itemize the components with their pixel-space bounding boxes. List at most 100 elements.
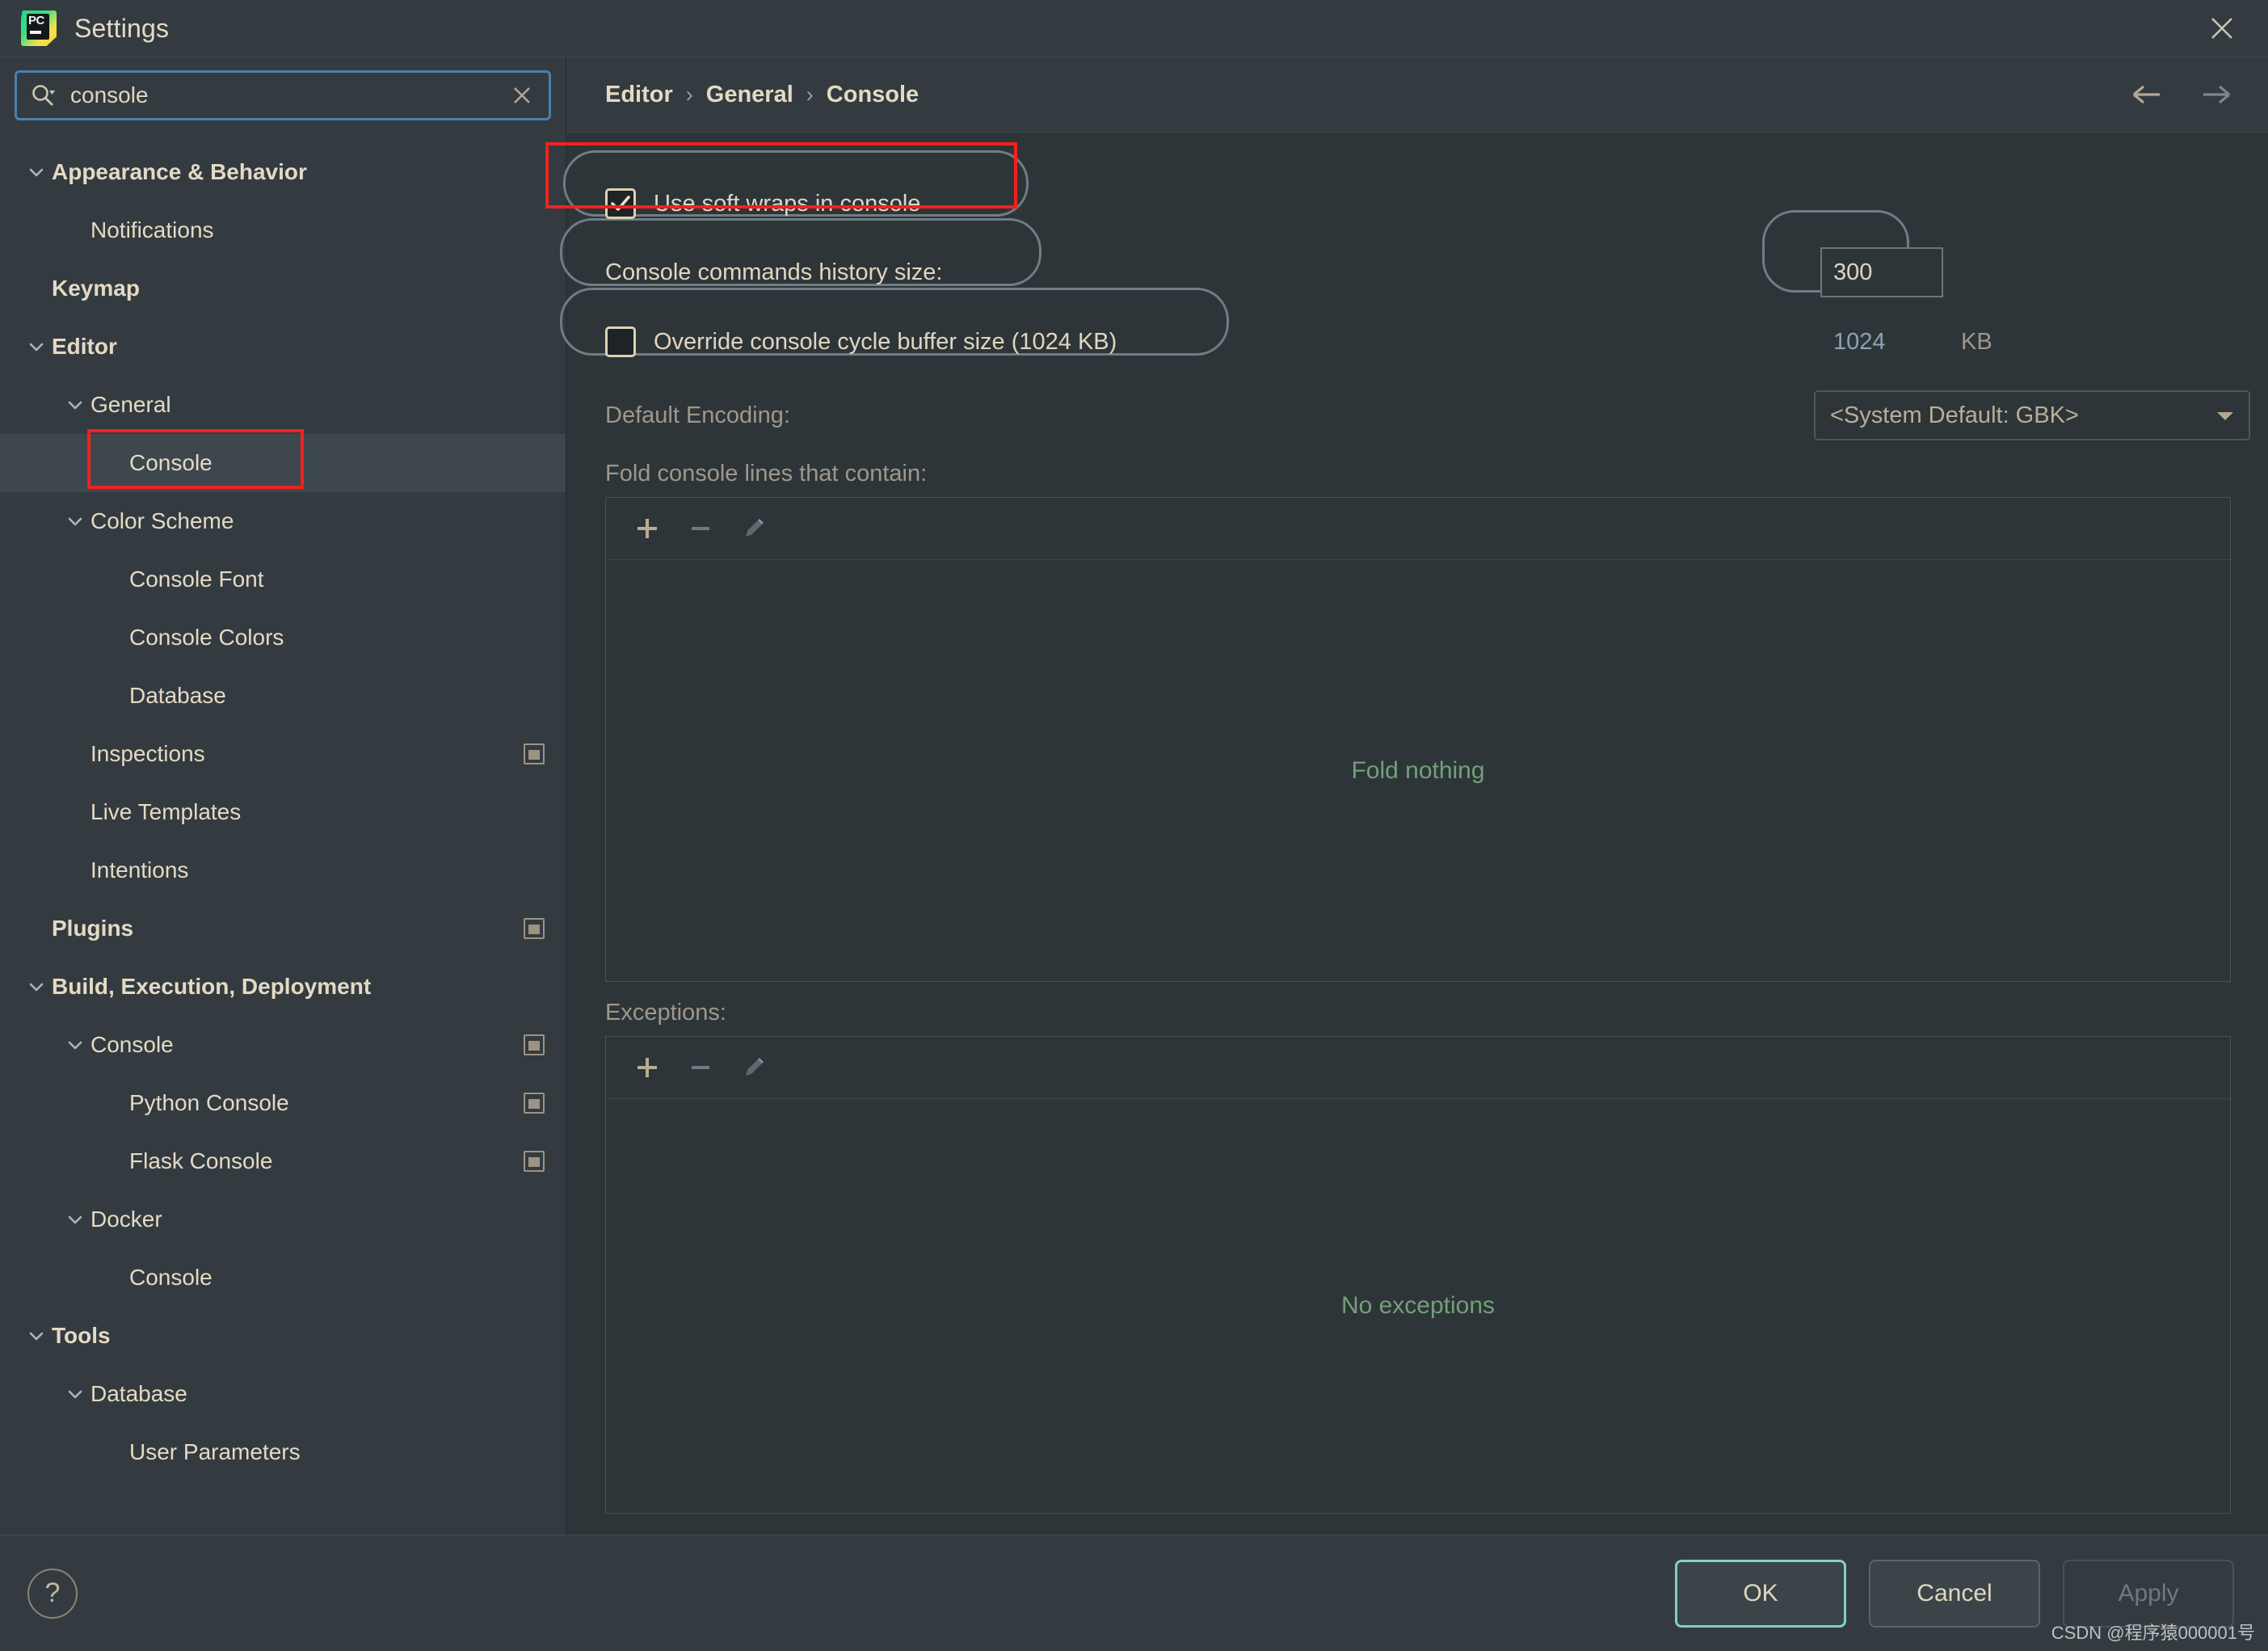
chevron-down-icon[interactable] xyxy=(60,1379,90,1409)
fold-lines-list[interactable]: Fold nothing xyxy=(606,560,2230,981)
sidebar-item-user-parameters[interactable]: User Parameters xyxy=(0,1423,566,1481)
sidebar-item-python-console[interactable]: Python Console xyxy=(0,1074,566,1132)
apply-button: Apply xyxy=(2063,1559,2234,1628)
history-size-input[interactable] xyxy=(1820,247,1943,297)
sidebar-item-tools[interactable]: Tools xyxy=(0,1307,566,1365)
search-icon[interactable] xyxy=(28,81,57,110)
help-button[interactable]: ? xyxy=(27,1568,78,1619)
history-size-row: Console commands history size: xyxy=(605,241,2231,304)
breadcrumb-item[interactable]: Console xyxy=(827,82,919,108)
project-settings-icon xyxy=(524,918,545,939)
sidebar-item-console-font[interactable]: Console Font xyxy=(0,550,566,609)
console-settings-content: Use soft wraps in console Console comman… xyxy=(545,133,2268,1535)
sidebar-item-label: Console xyxy=(129,1265,212,1290)
default-encoding-combobox[interactable]: <System Default: GBK> xyxy=(1814,390,2250,440)
ok-button[interactable]: OK xyxy=(1675,1559,1846,1628)
use-soft-wraps-label: Use soft wraps in console xyxy=(654,190,921,217)
pencil-icon[interactable] xyxy=(730,1044,777,1091)
arrow-right-icon[interactable] xyxy=(2197,77,2232,112)
sidebar-item-editor[interactable]: Editor xyxy=(0,318,566,376)
project-settings-icon xyxy=(524,1151,545,1172)
override-buffer-checkbox[interactable] xyxy=(605,326,636,357)
sidebar-item-label: Flask Console xyxy=(129,1148,273,1173)
sidebar-item-label: Editor xyxy=(52,334,117,359)
override-buffer-input[interactable] xyxy=(1820,317,1943,367)
minus-icon[interactable] xyxy=(677,1044,724,1091)
close-icon[interactable] xyxy=(2203,10,2241,47)
navigation-buttons xyxy=(2131,77,2232,112)
sidebar-item-console[interactable]: Console xyxy=(0,1249,566,1307)
breadcrumb-bar: Editor › General › Console xyxy=(566,57,2268,133)
chevron-down-icon[interactable] xyxy=(21,157,52,187)
chevron-down-icon xyxy=(2215,408,2236,423)
breadcrumb-item[interactable]: Editor xyxy=(605,82,673,108)
chevron-down-icon[interactable] xyxy=(21,971,52,1002)
buffer-unit-label: KB xyxy=(1961,328,1992,355)
breadcrumb-separator: › xyxy=(685,82,693,107)
chevron-down-icon[interactable] xyxy=(60,1204,90,1235)
sidebar-item-label: Python Console xyxy=(129,1090,289,1115)
exceptions-label: Exceptions: xyxy=(605,1000,726,1026)
sidebar-item-label: General xyxy=(90,392,171,417)
fold-lines-toolbar xyxy=(606,498,2230,560)
sidebar-item-live-templates[interactable]: Live Templates xyxy=(0,783,566,841)
sidebar-item-console[interactable]: Console xyxy=(0,1016,566,1074)
settings-dialog: PC Settings console Appearance & Behavio… xyxy=(0,0,2268,1651)
pencil-icon[interactable] xyxy=(730,505,777,552)
sidebar-item-label: Console xyxy=(129,450,212,475)
sidebar-item-keymap[interactable]: Keymap xyxy=(0,259,566,318)
sidebar-item-label: Tools xyxy=(52,1323,111,1348)
settings-content-pane: Editor › General › Console Use soft wrap… xyxy=(545,57,2268,1535)
chevron-down-icon[interactable] xyxy=(60,390,90,420)
sidebar-item-label: Console Colors xyxy=(129,625,284,650)
sidebar-item-notifications[interactable]: Notifications xyxy=(0,201,566,259)
sidebar-item-flask-console[interactable]: Flask Console xyxy=(0,1132,566,1190)
sidebar-item-plugins[interactable]: Plugins xyxy=(0,899,566,958)
chevron-down-icon[interactable] xyxy=(60,506,90,537)
watermark: CSDN @程序猿000001号 xyxy=(2051,1623,2255,1643)
search-input[interactable] xyxy=(70,82,508,108)
sidebar-item-docker[interactable]: Docker xyxy=(0,1190,566,1249)
sidebar-item-intentions[interactable]: Intentions xyxy=(0,841,566,899)
sidebar-item-color-scheme[interactable]: Color Scheme xyxy=(0,492,566,550)
exceptions-panel: No exceptions xyxy=(605,1036,2231,1514)
settings-sidebar: Appearance & Behavior Notifications Keymap… xyxy=(0,57,566,1535)
fold-lines-panel: Fold nothing xyxy=(605,497,2231,982)
breadcrumb-separator: › xyxy=(806,82,814,107)
sidebar-item-label: User Parameters xyxy=(129,1439,301,1464)
sidebar-item-console[interactable]: Console xyxy=(0,429,566,492)
project-settings-icon xyxy=(524,1034,545,1055)
breadcrumb-item[interactable]: General xyxy=(706,82,793,108)
arrow-left-icon[interactable] xyxy=(2131,77,2166,112)
minus-icon[interactable] xyxy=(677,505,724,552)
use-soft-wraps-checkbox[interactable] xyxy=(605,188,636,219)
sidebar-item-inspections[interactable]: Inspections xyxy=(0,725,566,783)
sidebar-item-appearance-behavior[interactable]: Appearance & Behavior xyxy=(0,143,566,201)
search-box[interactable] xyxy=(15,70,551,120)
sidebar-item-database[interactable]: Database xyxy=(0,667,566,725)
sidebar-item-database[interactable]: Database xyxy=(0,1365,566,1423)
settings-tree[interactable]: Appearance & Behavior Notifications Keymap… xyxy=(0,132,566,1535)
sidebar-item-label: Color Scheme xyxy=(90,508,234,533)
cancel-button[interactable]: Cancel xyxy=(1869,1559,2040,1628)
sidebar-item-general[interactable]: General xyxy=(0,376,566,434)
exceptions-empty-text: No exceptions xyxy=(1340,1292,1496,1319)
clear-search-icon[interactable] xyxy=(508,82,536,109)
pycharm-logo-icon: PC xyxy=(21,11,57,46)
override-buffer-row: Override console cycle buffer size (1024… xyxy=(605,310,2231,373)
chevron-down-icon[interactable] xyxy=(21,1320,52,1351)
sidebar-item-label: Notifications xyxy=(90,217,214,242)
sidebar-item-label: Docker xyxy=(90,1207,162,1232)
chevron-down-icon[interactable] xyxy=(21,331,52,362)
plus-icon[interactable] xyxy=(624,505,671,552)
sidebar-item-build-execution-deployment[interactable]: Build, Execution, Deployment xyxy=(0,958,566,1016)
plus-icon[interactable] xyxy=(624,1044,671,1091)
sidebar-item-label: Build, Execution, Deployment xyxy=(52,974,372,999)
project-settings-icon xyxy=(524,1093,545,1114)
chevron-down-icon[interactable] xyxy=(60,1030,90,1060)
exceptions-list[interactable]: No exceptions xyxy=(606,1099,2230,1513)
sidebar-item-console-colors[interactable]: Console Colors xyxy=(0,609,566,667)
window-title: Settings xyxy=(74,13,170,43)
exceptions-toolbar xyxy=(606,1037,2230,1099)
sidebar-item-label: Plugins xyxy=(52,916,134,941)
